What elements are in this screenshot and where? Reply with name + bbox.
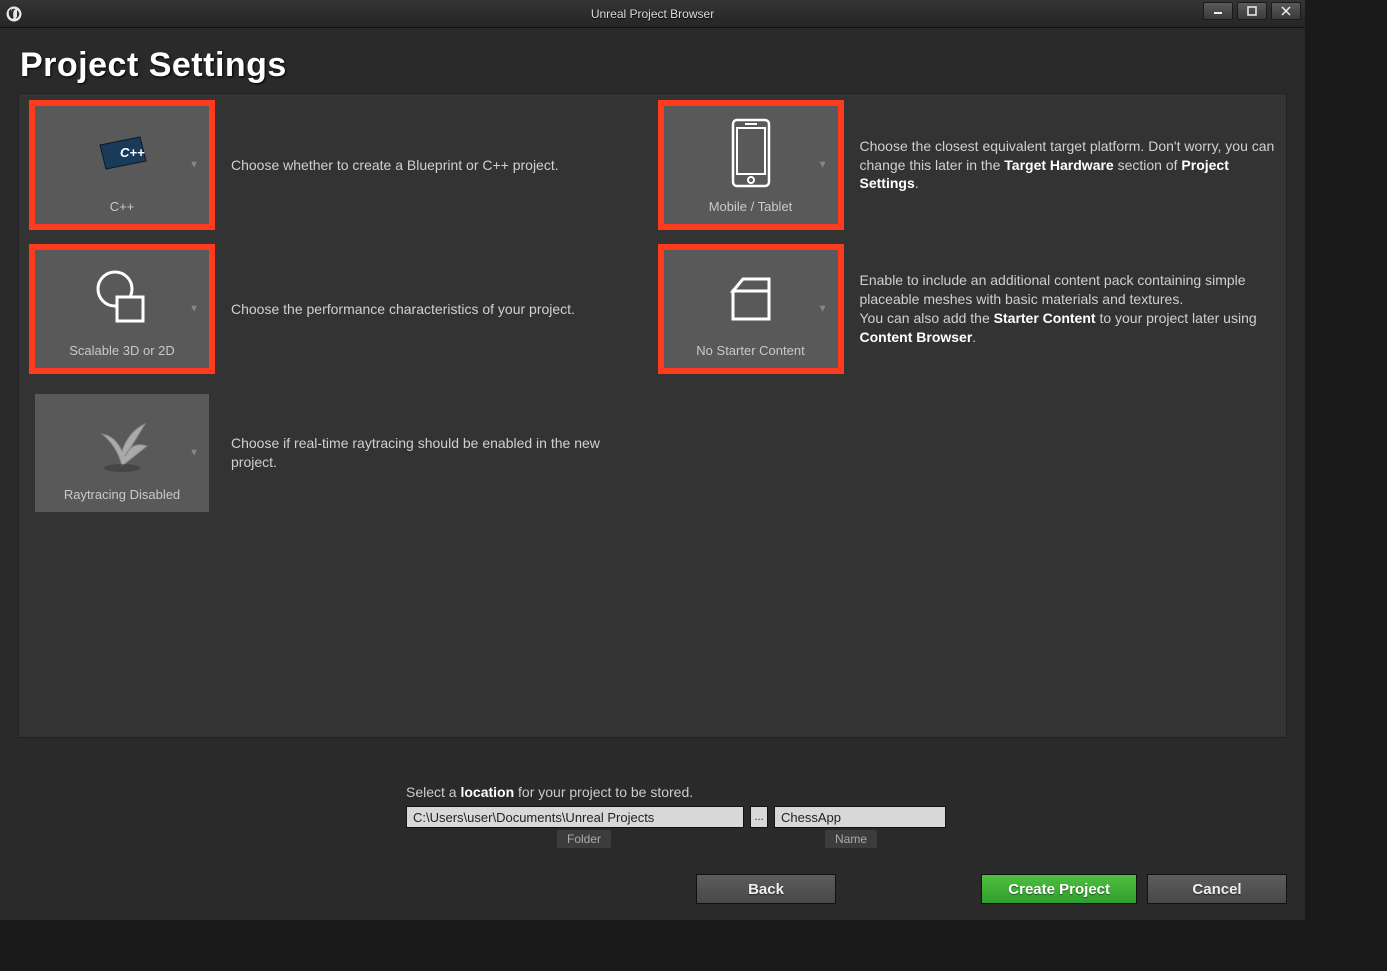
project-name-input[interactable] (774, 806, 946, 828)
chevron-down-icon: ▼ (818, 304, 828, 315)
raytracing-dropdown[interactable]: Raytracing Disabled ▼ (35, 394, 209, 512)
chevron-down-icon: ▼ (189, 160, 199, 171)
project-type-dropdown[interactable]: C++ C++ ▼ (35, 106, 209, 224)
name-label: Name (825, 830, 877, 848)
scalable-icon (35, 250, 209, 343)
page-title: Project Settings (20, 46, 1285, 85)
svg-text:C++: C++ (120, 145, 145, 160)
unreal-logo-icon (0, 0, 28, 28)
settings-panel: C++ C++ ▼ Choose whether to create a Blu… (18, 93, 1287, 738)
folder-input[interactable] (406, 806, 744, 828)
maximize-button[interactable] (1237, 2, 1267, 20)
target-platform-dropdown[interactable]: Mobile / Tablet ▼ (664, 106, 838, 224)
page-header: Project Settings (0, 28, 1305, 93)
raytracing-desc: Choose if real-time raytracing should be… (231, 434, 648, 472)
back-button[interactable]: Back (696, 874, 836, 904)
mobile-icon (664, 106, 838, 199)
starter-content-desc: Enable to include an additional content … (860, 271, 1277, 347)
quality-preset-dropdown[interactable]: Scalable 3D or 2D ▼ (35, 250, 209, 368)
project-type-label: C++ (110, 199, 135, 224)
create-project-button[interactable]: Create Project (981, 874, 1137, 904)
quality-preset-desc: Choose the performance characteristics o… (231, 300, 575, 319)
minimize-button[interactable] (1203, 2, 1233, 20)
box-open-icon (664, 250, 838, 343)
chevron-down-icon: ▼ (818, 160, 828, 171)
starter-content-label: No Starter Content (696, 343, 804, 368)
folder-label: Folder (557, 830, 611, 848)
browse-folder-button[interactable]: ... (750, 806, 768, 828)
raytracing-label: Raytracing Disabled (64, 487, 180, 512)
plant-icon (35, 394, 209, 487)
window-title: Unreal Project Browser (591, 7, 714, 21)
location-prompt: Select a location for your project to be… (406, 784, 1287, 800)
titlebar: Unreal Project Browser (0, 0, 1305, 28)
target-platform-desc: Choose the closest equivalent target pla… (860, 137, 1277, 194)
cancel-button[interactable]: Cancel (1147, 874, 1287, 904)
target-platform-label: Mobile / Tablet (709, 199, 793, 224)
chevron-down-icon: ▼ (189, 448, 199, 459)
quality-preset-label: Scalable 3D or 2D (69, 343, 175, 368)
cpp-icon: C++ (35, 106, 209, 199)
starter-content-dropdown[interactable]: No Starter Content ▼ (664, 250, 838, 368)
chevron-down-icon: ▼ (189, 304, 199, 315)
project-type-desc: Choose whether to create a Blueprint or … (231, 156, 559, 175)
close-button[interactable] (1271, 2, 1301, 20)
